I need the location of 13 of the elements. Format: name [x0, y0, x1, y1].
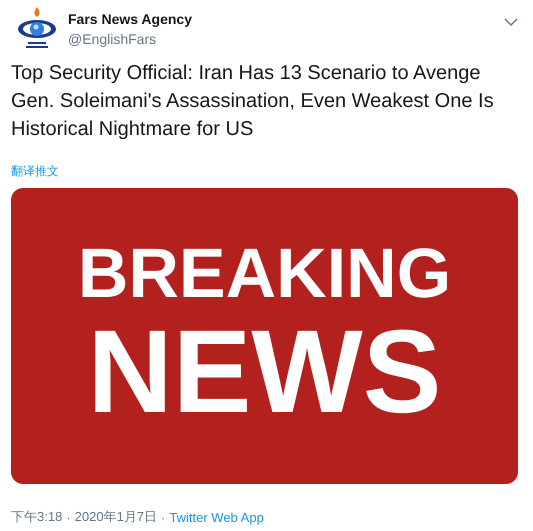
breaking-news-image[interactable]: BREAKING NEWS [11, 188, 518, 484]
account-name[interactable]: Fars News Agency [68, 11, 504, 27]
separator-dot: · [66, 510, 71, 524]
account-handle[interactable]: @EnglishFars [68, 31, 504, 47]
tweet-text: Top Security Official: Iran Has 13 Scenario to Avenge Gen. Soleimani's Assassination, Even Weakest One Is Historical Nightmare for US [11, 61, 495, 142]
translate-link[interactable]: 翻译推文 [11, 163, 59, 180]
chevron-down-icon[interactable] [504, 17, 518, 27]
image-headline: BREAKING [78, 234, 452, 312]
separator-dot: · [161, 510, 166, 524]
tweet-time[interactable]: 下午3:18 [11, 508, 62, 526]
image-headline: NEWS [88, 312, 442, 432]
source-link[interactable]: Twitter Web App [169, 510, 264, 524]
tweet-date[interactable]: 2020年1月7日 [74, 508, 158, 526]
